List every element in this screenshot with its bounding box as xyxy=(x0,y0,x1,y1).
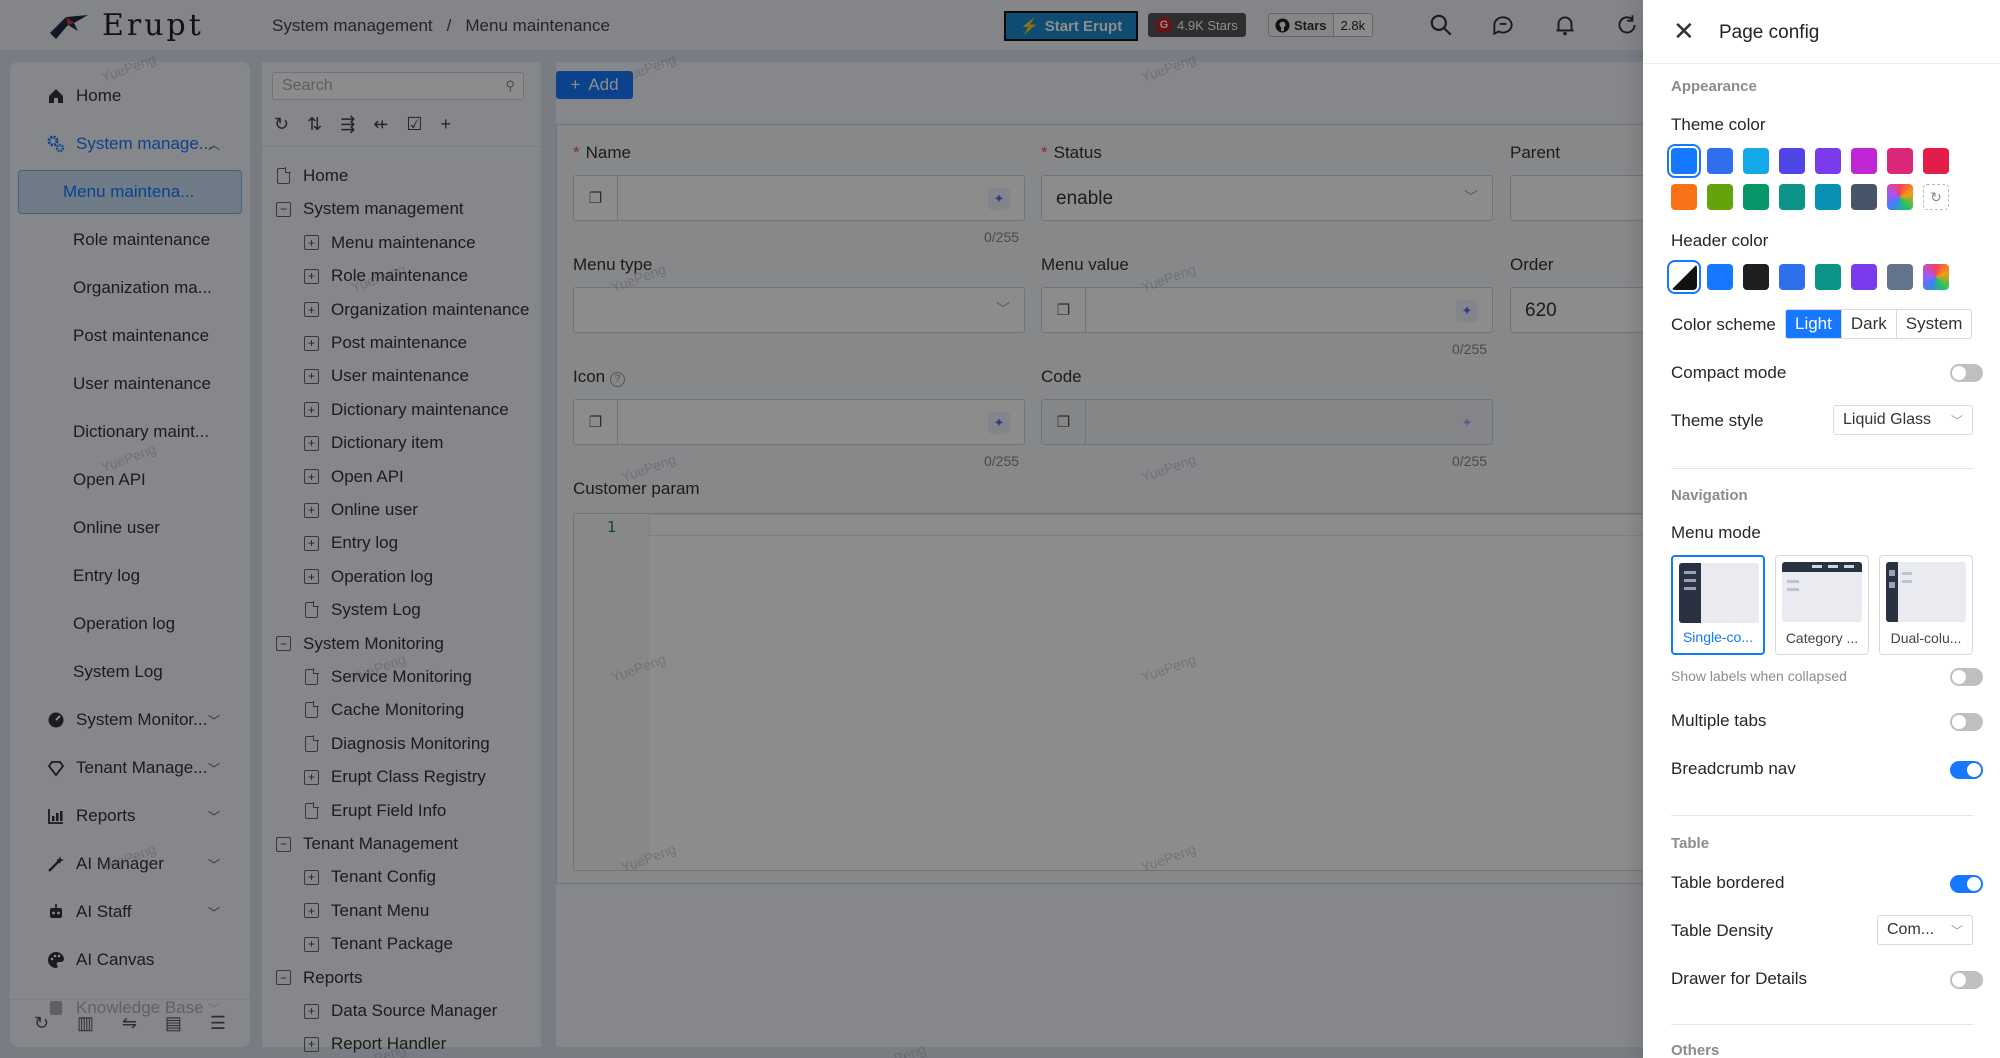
menu-mode-category[interactable]: Category ... xyxy=(1775,555,1869,655)
theme-color-label: Theme color xyxy=(1671,115,1766,134)
scheme-system-option[interactable]: System xyxy=(1895,310,1972,338)
color-scheme-label: Color scheme xyxy=(1671,315,1776,334)
chevron-down-icon: ﹀ xyxy=(1950,923,1963,938)
table-density-value: Com... xyxy=(1887,921,1935,938)
header-color-swatch[interactable] xyxy=(1667,260,1701,294)
drawer-for-details-switch[interactable] xyxy=(1950,971,1983,989)
theme-style-value: Liquid Glass xyxy=(1843,411,1932,428)
header-color-label: Header color xyxy=(1671,231,1769,250)
theme-color-swatch[interactable] xyxy=(1743,148,1769,174)
section-navigation: Navigation xyxy=(1671,487,1748,504)
theme-color-swatch[interactable] xyxy=(1667,144,1701,178)
theme-color-swatch[interactable] xyxy=(1887,184,1913,210)
theme-color-swatch[interactable] xyxy=(1851,184,1877,210)
show-labels-collapsed-label: Show labels when collapsed xyxy=(1671,668,1847,684)
header-color-swatch[interactable] xyxy=(1851,264,1877,290)
theme-style-select[interactable]: Liquid Glass ﹀ xyxy=(1833,405,1973,435)
header-color-swatch[interactable] xyxy=(1923,264,1949,290)
menu-mode-caption: Single-co... xyxy=(1682,629,1754,645)
breadcrumb-nav-label: Breadcrumb nav xyxy=(1671,759,1796,778)
header-color-swatch[interactable] xyxy=(1743,264,1769,290)
menu-mode-caption: Category ... xyxy=(1785,630,1859,646)
theme-color-swatch[interactable] xyxy=(1779,184,1805,210)
theme-color-swatch[interactable] xyxy=(1923,148,1949,174)
show-labels-collapsed-switch[interactable] xyxy=(1950,668,1983,686)
theme-color-swatch[interactable] xyxy=(1707,184,1733,210)
divider xyxy=(1671,815,1973,816)
drawer-title: Page config xyxy=(1719,22,1820,43)
section-appearance: Appearance xyxy=(1671,78,1757,95)
divider xyxy=(1671,1024,1973,1025)
multiple-tabs-label: Multiple tabs xyxy=(1671,711,1767,730)
table-bordered-label: Table bordered xyxy=(1671,873,1785,892)
theme-color-swatch[interactable] xyxy=(1815,184,1841,210)
theme-style-label: Theme style xyxy=(1671,411,1764,430)
theme-color-swatch[interactable] xyxy=(1671,184,1697,210)
breadcrumb-nav-switch[interactable] xyxy=(1950,761,1983,779)
divider xyxy=(1671,468,1973,469)
drawer-header: ✕ Page config xyxy=(1643,0,2000,64)
layout-preview xyxy=(1782,562,1862,622)
table-density-select[interactable]: Com... ﹀ xyxy=(1877,915,1973,945)
header-color-swatch[interactable] xyxy=(1779,264,1805,290)
section-table: Table xyxy=(1671,835,1710,852)
close-icon[interactable]: ✕ xyxy=(1673,18,1695,44)
theme-color-swatch[interactable] xyxy=(1743,184,1769,210)
multiple-tabs-switch[interactable] xyxy=(1950,713,1983,731)
section-others: Others xyxy=(1671,1042,1720,1058)
header-color-swatch[interactable] xyxy=(1887,264,1913,290)
scheme-dark-option[interactable]: Dark xyxy=(1840,310,1896,338)
theme-color-swatch[interactable] xyxy=(1707,148,1733,174)
chevron-down-icon: ﹀ xyxy=(1950,413,1963,428)
table-density-label: Table Density xyxy=(1671,921,1774,940)
custom-color-swatch[interactable]: ↻ xyxy=(1923,184,1949,210)
menu-mode-dual-column[interactable]: Dual-colu... xyxy=(1879,555,1973,655)
scheme-light-option[interactable]: Light xyxy=(1786,310,1841,338)
header-color-swatch[interactable] xyxy=(1815,264,1841,290)
menu-mode-label: Menu mode xyxy=(1671,523,1761,542)
menu-mode-caption: Dual-colu... xyxy=(1890,630,1962,646)
table-bordered-switch[interactable] xyxy=(1950,875,1983,893)
theme-color-swatch[interactable] xyxy=(1887,148,1913,174)
drawer-for-details-label: Drawer for Details xyxy=(1671,969,1808,988)
theme-color-swatch[interactable] xyxy=(1815,148,1841,174)
color-scheme-segmented: Light Dark System xyxy=(1785,309,1973,339)
compact-mode-label: Compact mode xyxy=(1671,363,1787,382)
menu-mode-single-column[interactable]: Single-co... xyxy=(1671,555,1765,655)
theme-color-swatch[interactable] xyxy=(1851,148,1877,174)
page-config-drawer: ✕ Page config Appearance Theme color ↻ H… xyxy=(1643,0,2000,1058)
header-color-swatch[interactable] xyxy=(1707,264,1733,290)
compact-mode-switch[interactable] xyxy=(1950,364,1983,382)
theme-color-swatch[interactable] xyxy=(1779,148,1805,174)
layout-preview xyxy=(1886,562,1966,622)
layout-preview xyxy=(1679,563,1759,623)
